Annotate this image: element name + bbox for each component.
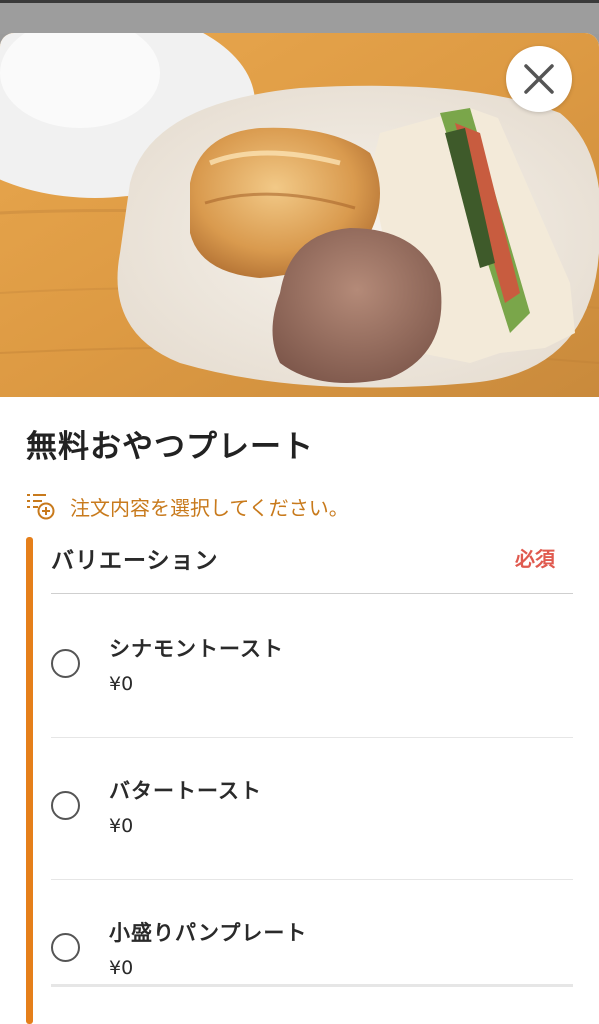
option-name: バタートースト — [109, 779, 262, 803]
order-hint: 注文内容を選択してください。 — [26, 489, 349, 523]
close-button[interactable] — [506, 46, 572, 112]
order-hint-text: 注文内容を選択してください。 — [70, 495, 349, 520]
radio-button[interactable] — [51, 649, 80, 678]
option-price: ¥0 — [109, 957, 134, 979]
option-price: ¥0 — [109, 815, 134, 837]
required-badge: 必須 — [515, 547, 555, 571]
option-price: ¥0 — [109, 673, 134, 695]
radio-button[interactable] — [51, 933, 80, 962]
status-bar-backdrop — [0, 0, 599, 34]
close-icon — [524, 64, 554, 94]
product-detail-sheet: 無料おやつプレート 注文内容を選択してください。 バリエーション 必須 シナモン… — [0, 33, 599, 1024]
list-end-divider — [51, 984, 573, 987]
option-small-bread-plate[interactable]: 小盛りパンプレート ¥0 — [51, 879, 573, 1021]
radio-button[interactable] — [51, 791, 80, 820]
option-cinnamon-toast[interactable]: シナモントースト ¥0 — [51, 595, 573, 738]
option-butter-toast[interactable]: バタートースト ¥0 — [51, 737, 573, 880]
option-name: シナモントースト — [109, 637, 284, 661]
option-name: 小盛りパンプレート — [109, 921, 308, 945]
variation-section: バリエーション 必須 シナモントースト ¥0 バタートースト ¥0 小盛りパンプ… — [26, 537, 599, 1024]
variation-heading: バリエーション — [51, 548, 219, 574]
list-add-icon — [27, 494, 55, 520]
product-title: 無料おやつプレート — [26, 429, 314, 465]
variation-header: バリエーション 必須 — [51, 537, 573, 594]
section-accent-bar — [26, 537, 33, 1024]
